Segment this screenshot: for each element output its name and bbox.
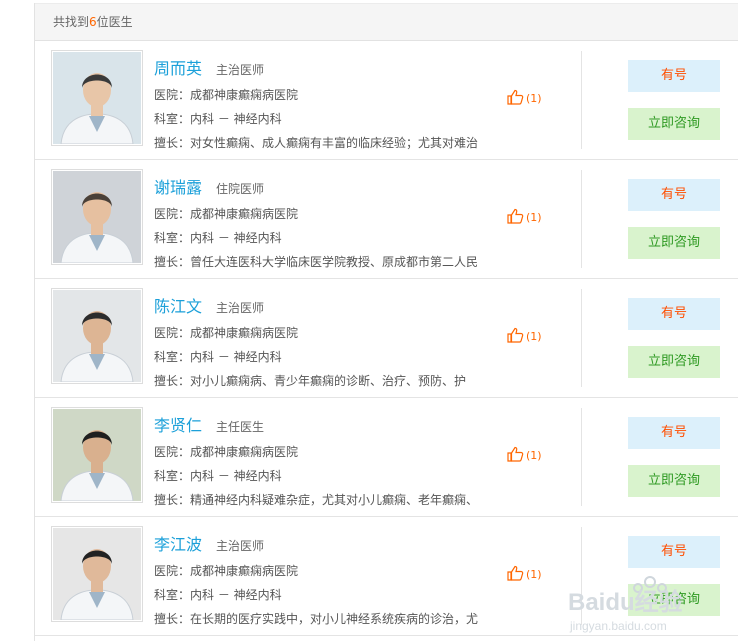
doctor-title: 主治医师: [216, 301, 265, 315]
availability-button[interactable]: 有号: [628, 417, 720, 449]
doctor-info: 陈江文 主治医师医院：成都神康癫痫病医院 科室：内科 － 神经内科擅长：对小儿癫痫病…: [154, 293, 514, 393]
doctor-name-link[interactable]: 李贤仁: [154, 416, 202, 435]
consult-now-button[interactable]: 立即咨询: [628, 584, 720, 616]
card-divider: [581, 527, 582, 625]
results-prefix: 共找到: [53, 15, 90, 29]
doctor-name-line: 李江波 主治医师: [154, 531, 514, 559]
doctor-department: 科室：内科 － 神经内科: [154, 350, 282, 364]
like-button[interactable]: (1): [507, 327, 542, 346]
doctor-department: 科室：内科 － 神经内科: [154, 588, 282, 602]
doctor-specialty: 擅长：对女性癫痫、成人癫痫有丰富的临床经验；尤其对难治: [154, 136, 479, 150]
doctor-card: 周而英 主治医师医院：成都神康癫痫病医院 科室：内科 － 神经内科擅长：对女性癫痫、…: [35, 41, 738, 160]
doctor-department: 科室：内科 － 神经内科: [154, 469, 282, 483]
like-button[interactable]: (1): [507, 446, 542, 465]
doctor-photo[interactable]: [51, 169, 143, 265]
like-count: (1): [526, 211, 542, 224]
doctor-results-panel: 共找到6位医生 周而英 主治医师 医院：成都神康癫痫病医院 科室：内科 － 神经内科擅…: [34, 3, 738, 641]
results-count-bar: 共找到6位医生: [35, 3, 738, 41]
availability-button[interactable]: 有号: [628, 60, 720, 92]
like-button[interactable]: (1): [507, 208, 542, 227]
doctor-photo[interactable]: [51, 407, 143, 503]
doctor-name-link[interactable]: 陈江文: [154, 297, 202, 316]
doctor-name-line: 谢瑞露 住院医师: [154, 174, 514, 202]
doctor-info: 谢瑞露 住院医师医院：成都神康癫痫病医院 科室：内科 － 神经内科擅长：曾任大连医科…: [154, 174, 514, 274]
availability-button[interactable]: 有号: [628, 536, 720, 568]
doctor-name-link[interactable]: 李江波: [154, 535, 202, 554]
card-divider: [581, 51, 582, 149]
doctor-specialty: 擅长：精通神经内科疑难杂症，尤其对小儿癫痫、老年癫痫、: [154, 493, 479, 507]
results-count: 6: [89, 15, 97, 29]
doctor-info: 李贤仁 主任医生医院：成都神康癫痫病医院 科室：内科 － 神经内科擅长：精通神经内科…: [154, 412, 514, 512]
doctor-card: 谢瑞露 住院医师医院：成都神康癫痫病医院 科室：内科 － 神经内科擅长：曾任大连医科…: [35, 160, 738, 279]
results-suffix: 位医生: [96, 15, 133, 29]
doctor-name-line: 周而英 主治医师: [154, 55, 514, 83]
consult-now-button[interactable]: 立即咨询: [628, 465, 720, 497]
consult-now-button[interactable]: 立即咨询: [628, 346, 720, 378]
doctor-info: 周而英 主治医师医院：成都神康癫痫病医院 科室：内科 － 神经内科擅长：对女性癫痫、…: [154, 55, 514, 155]
doctor-specialty: 擅长：曾任大连医科大学临床医学院教授、原成都市第二人民: [154, 255, 479, 269]
doctor-card: 李贤仁 主任医生医院：成都神康癫痫病医院 科室：内科 － 神经内科擅长：精通神经内科…: [35, 398, 738, 517]
doctor-info: 李江波 主治医师医院：成都神康癫痫病医院 科室：内科 － 神经内科擅长：在长期的医疗…: [154, 531, 514, 631]
like-button[interactable]: (1): [507, 565, 542, 584]
doctor-name-line: 李贤仁 主任医生: [154, 412, 514, 440]
card-divider: [581, 408, 582, 506]
thumbs-up-icon: [507, 565, 526, 584]
thumbs-up-icon: [507, 89, 526, 108]
doctor-department: 科室：内科 － 神经内科: [154, 112, 282, 126]
consult-now-button[interactable]: 立即咨询: [628, 108, 720, 140]
doctor-title: 主任医生: [216, 420, 265, 434]
doctor-hospital: 医院：成都神康癫痫病医院: [154, 445, 299, 459]
consult-now-button[interactable]: 立即咨询: [628, 227, 720, 259]
doctor-hospital: 医院：成都神康癫痫病医院: [154, 88, 299, 102]
doctor-list: 周而英 主治医师 医院：成都神康癫痫病医院 科室：内科 － 神经内科 擅长：对女性癫痫、…: [35, 41, 738, 636]
doctor-photo[interactable]: [51, 288, 143, 384]
doctor-department: 科室：内科 － 神经内科: [154, 231, 282, 245]
like-count: (1): [526, 568, 542, 581]
doctor-title: 住院医师: [216, 182, 265, 196]
card-divider: [581, 170, 582, 268]
doctor-name-link[interactable]: 谢瑞露: [154, 178, 202, 197]
doctor-hospital: 医院：成都神康癫痫病医院: [154, 326, 299, 340]
doctor-specialty: 擅长：对小儿癫痫病、青少年癫痫的诊断、治疗、预防、护: [154, 374, 467, 388]
doctor-photo[interactable]: [51, 50, 143, 146]
doctor-card: 李江波 主治医师医院：成都神康癫痫病医院 科室：内科 － 神经内科擅长：在长期的医疗…: [35, 517, 738, 636]
doctor-hospital: 医院：成都神康癫痫病医院: [154, 564, 299, 578]
thumbs-up-icon: [507, 446, 526, 465]
availability-button[interactable]: 有号: [628, 179, 720, 211]
doctor-card: 陈江文 主治医师医院：成都神康癫痫病医院 科室：内科 － 神经内科擅长：对小儿癫痫病…: [35, 279, 738, 398]
thumbs-up-icon: [507, 208, 526, 227]
doctor-name-line: 陈江文 主治医师: [154, 293, 514, 321]
doctor-photo[interactable]: [51, 526, 143, 622]
doctor-title: 主治医师: [216, 63, 265, 77]
card-divider: [581, 289, 582, 387]
thumbs-up-icon: [507, 327, 526, 346]
like-button[interactable]: (1): [507, 89, 542, 108]
doctor-hospital: 医院：成都神康癫痫病医院: [154, 207, 299, 221]
doctor-name-link[interactable]: 周而英: [154, 59, 202, 78]
availability-button[interactable]: 有号: [628, 298, 720, 330]
doctor-specialty: 擅长：在长期的医疗实践中，对小儿神经系统疾病的诊治，尤: [154, 612, 479, 626]
like-count: (1): [526, 449, 542, 462]
like-count: (1): [526, 92, 542, 105]
like-count: (1): [526, 330, 542, 343]
doctor-title: 主治医师: [216, 539, 265, 553]
